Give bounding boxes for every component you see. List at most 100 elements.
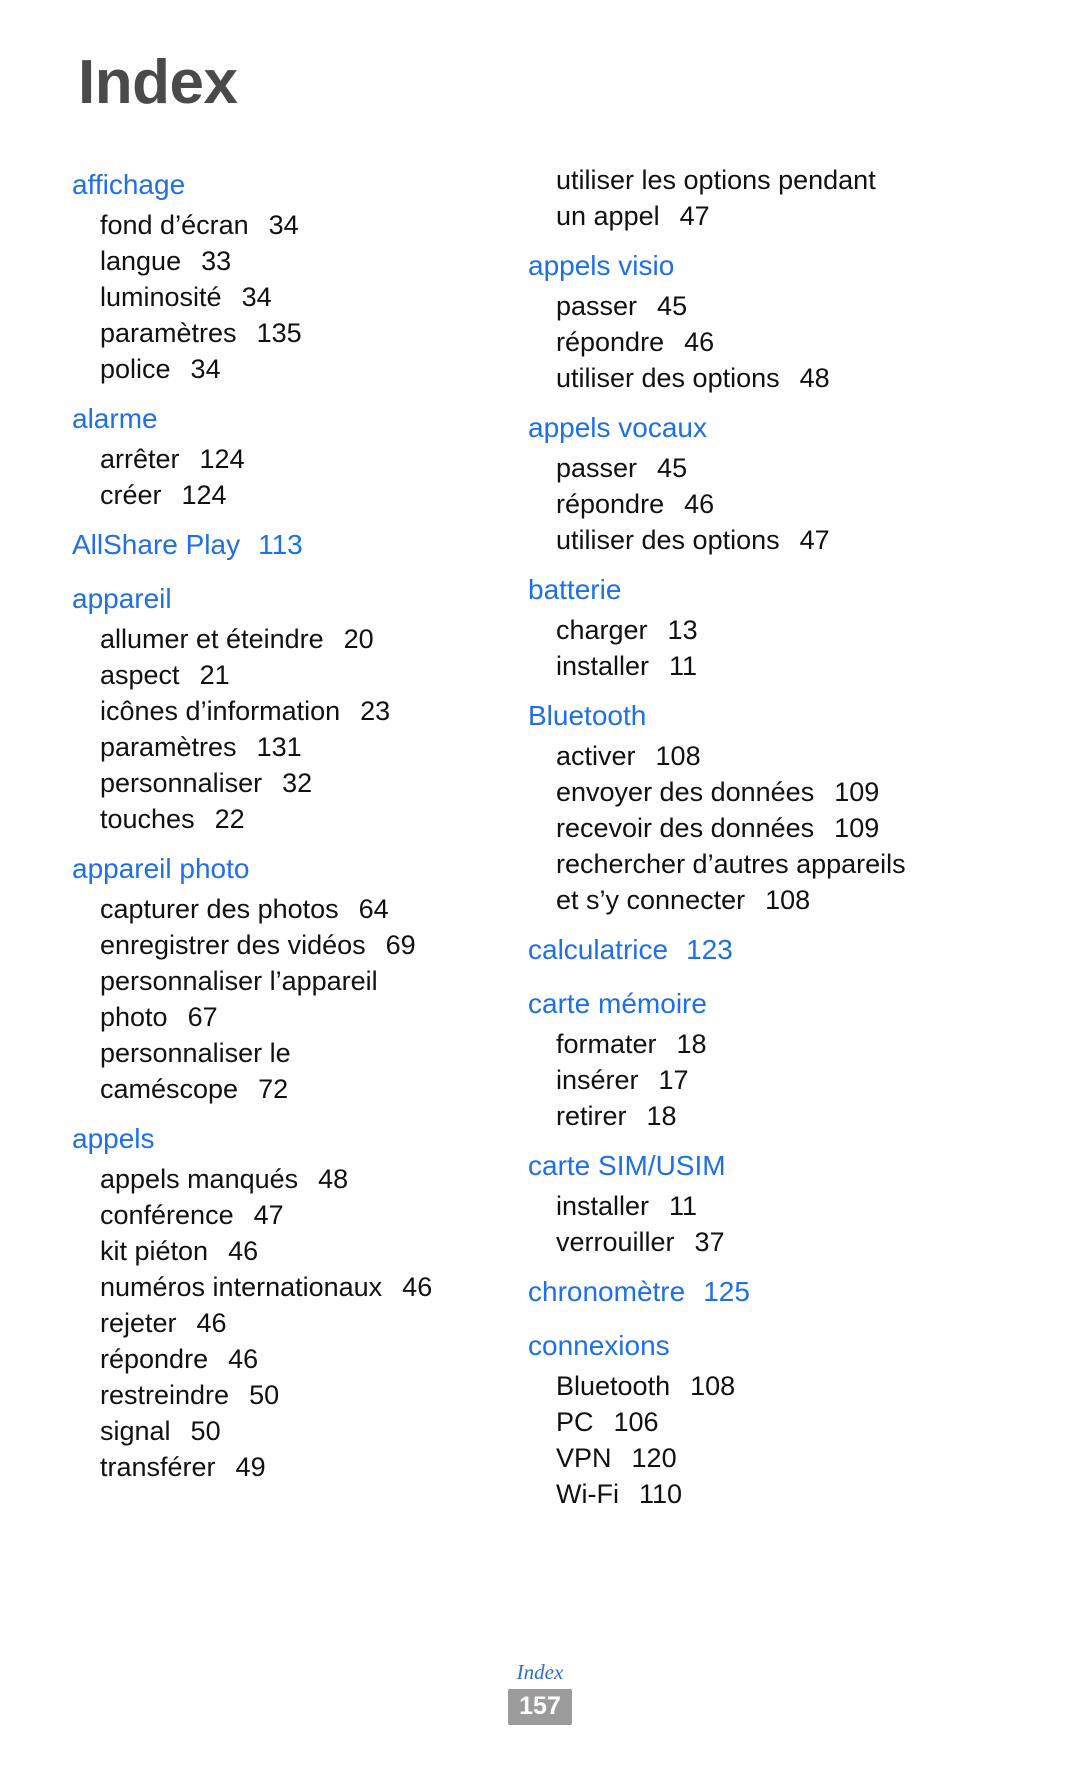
index-subentry[interactable]: insérer 17: [528, 1062, 1060, 1098]
index-subentry[interactable]: Bluetooth 108: [528, 1368, 1060, 1404]
index-subentry-label: appels manqués: [100, 1164, 299, 1194]
index-subentry[interactable]: recevoir des données 109: [528, 810, 1060, 846]
index-heading[interactable]: appels vocaux: [528, 405, 1060, 450]
index-subentry-label: recevoir des données: [556, 813, 815, 843]
index-subentry[interactable]: langue 33: [72, 243, 490, 279]
index-subentry-page-number: 20: [343, 624, 374, 654]
index-subentry-label: utiliser des options: [556, 363, 780, 393]
index-subentry[interactable]: charger 13: [528, 612, 1060, 648]
index-subentry[interactable]: PC 106: [528, 1404, 1060, 1440]
index-subentry-page-number: 23: [360, 696, 391, 726]
index-subentry[interactable]: passer 45: [528, 450, 1060, 486]
index-subentry-label-continued: et s’y connecter 108: [556, 882, 1060, 918]
index-subentry-label: verrouiller: [556, 1227, 675, 1257]
index-subentry[interactable]: activer 108: [528, 738, 1060, 774]
index-heading-label: affichage: [72, 169, 186, 200]
index-subentry-page-number: 46: [228, 1344, 259, 1374]
index-subentry[interactable]: VPN 120: [528, 1440, 1060, 1476]
index-subentry[interactable]: passer 45: [528, 288, 1060, 324]
index-subentry[interactable]: restreindre 50: [72, 1377, 490, 1413]
index-heading[interactable]: batterie: [528, 567, 1060, 612]
page-footer: Index 157: [0, 1659, 1080, 1725]
index-heading-page-number: 125: [703, 1276, 750, 1307]
index-subentry[interactable]: allumer et éteindre 20: [72, 621, 490, 657]
index-subentry[interactable]: répondre 46: [528, 324, 1060, 360]
index-subentry-page-number: 50: [190, 1416, 221, 1446]
index-subentry-label: kit piéton: [100, 1236, 209, 1266]
index-subentry[interactable]: kit piéton 46: [72, 1233, 490, 1269]
index-subentry[interactable]: aspect 21: [72, 657, 490, 693]
index-subentry[interactable]: personnaliser l’appareil photo 67: [72, 963, 490, 1035]
index-subentry[interactable]: icônes d’information 23: [72, 693, 490, 729]
index-subentry[interactable]: personnaliser 32: [72, 765, 490, 801]
index-subentry[interactable]: verrouiller 37: [528, 1224, 1060, 1260]
index-subentry-page-number: 106: [613, 1407, 659, 1437]
index-subentry[interactable]: créer 124: [72, 477, 490, 513]
index-subentry-label: Bluetooth: [556, 1371, 671, 1401]
index-subentry[interactable]: enregistrer des vidéos 69: [72, 927, 490, 963]
index-subentry[interactable]: rejeter 46: [72, 1305, 490, 1341]
index-subentry-page-number: 37: [694, 1227, 725, 1257]
index-heading[interactable]: AllShare Play 113: [72, 522, 490, 567]
index-heading[interactable]: affichage: [72, 162, 490, 207]
index-subentry-page-number: 120: [631, 1443, 677, 1473]
index-subentry-page-number: 46: [228, 1236, 259, 1266]
index-heading[interactable]: alarme: [72, 396, 490, 441]
index-heading[interactable]: appels: [72, 1116, 490, 1161]
index-subentry-label: installer: [556, 651, 650, 681]
index-subentry-page-number: 46: [402, 1272, 433, 1302]
index-subentry[interactable]: répondre 46: [528, 486, 1060, 522]
index-subentry-page-number: 48: [799, 363, 830, 393]
index-heading-label: appareil: [72, 583, 172, 614]
index-subentry[interactable]: paramètres 131: [72, 729, 490, 765]
index-subentry-label: charger: [556, 615, 648, 645]
index-subentry[interactable]: touches 22: [72, 801, 490, 837]
index-subentry[interactable]: utiliser les options pendant un appel 47: [528, 162, 1060, 234]
index-subentry[interactable]: luminosité 34: [72, 279, 490, 315]
index-subentry[interactable]: retirer 18: [528, 1098, 1060, 1134]
index-subentry[interactable]: arrêter 124: [72, 441, 490, 477]
index-subentry[interactable]: utiliser des options 48: [528, 360, 1060, 396]
index-subentry[interactable]: Wi-Fi 110: [528, 1476, 1060, 1512]
index-subentry[interactable]: installer 11: [528, 648, 1060, 684]
index-subentry[interactable]: rechercher d’autres appareils et s’y conn…: [528, 846, 1060, 918]
index-subentry[interactable]: personnaliser le caméscope 72: [72, 1035, 490, 1107]
index-subentry[interactable]: police 34: [72, 351, 490, 387]
index-subentry[interactable]: conférence 47: [72, 1197, 490, 1233]
index-heading[interactable]: chronomètre 125: [528, 1269, 1060, 1314]
index-heading[interactable]: connexions: [528, 1323, 1060, 1368]
index-subentry-page-number: 21: [199, 660, 230, 690]
index-subentry[interactable]: capturer des photos 64: [72, 891, 490, 927]
index-subentry[interactable]: envoyer des données 109: [528, 774, 1060, 810]
index-subentry[interactable]: signal 50: [72, 1413, 490, 1449]
index-subentry[interactable]: appels manqués 48: [72, 1161, 490, 1197]
index-subentry-page-number: 108: [655, 741, 701, 771]
index-heading[interactable]: carte SIM/USIM: [528, 1143, 1060, 1188]
index-subentry[interactable]: fond d’écran 34: [72, 207, 490, 243]
index-heading[interactable]: calculatrice 123: [528, 927, 1060, 972]
index-subentry-page-number: 124: [199, 444, 245, 474]
index-heading[interactable]: Bluetooth: [528, 693, 1060, 738]
index-subentry[interactable]: paramètres 135: [72, 315, 490, 351]
index-subentry[interactable]: numéros internationaux 46: [72, 1269, 490, 1305]
index-subentry-page-number: 108: [690, 1371, 736, 1401]
index-subentry-label: restreindre: [100, 1380, 230, 1410]
index-subentry[interactable]: répondre 46: [72, 1341, 490, 1377]
index-subentry[interactable]: formater 18: [528, 1026, 1060, 1062]
index-heading-label: connexions: [528, 1330, 670, 1361]
index-subentry-page-number: 48: [318, 1164, 349, 1194]
index-subentry[interactable]: transférer 49: [72, 1449, 490, 1485]
index-heading[interactable]: carte mémoire: [528, 981, 1060, 1026]
index-heading[interactable]: appareil: [72, 576, 490, 621]
index-heading[interactable]: appareil photo: [72, 846, 490, 891]
index-subentry[interactable]: utiliser des options 47: [528, 522, 1060, 558]
index-subentry-page-number: 46: [684, 489, 715, 519]
index-subentry-page-number: 72: [258, 1074, 289, 1104]
index-columns: affichage fond d’écran 34 langue 33 luminosit…: [0, 162, 1080, 1512]
index-heading[interactable]: appels visio: [528, 243, 1060, 288]
index-subentry-label: rejeter: [100, 1308, 177, 1338]
index-subentry-page-number: 109: [834, 777, 880, 807]
index-subentry-label: Wi-Fi: [556, 1479, 619, 1509]
index-subentry-page-number: 131: [256, 732, 302, 762]
index-subentry[interactable]: installer 11: [528, 1188, 1060, 1224]
